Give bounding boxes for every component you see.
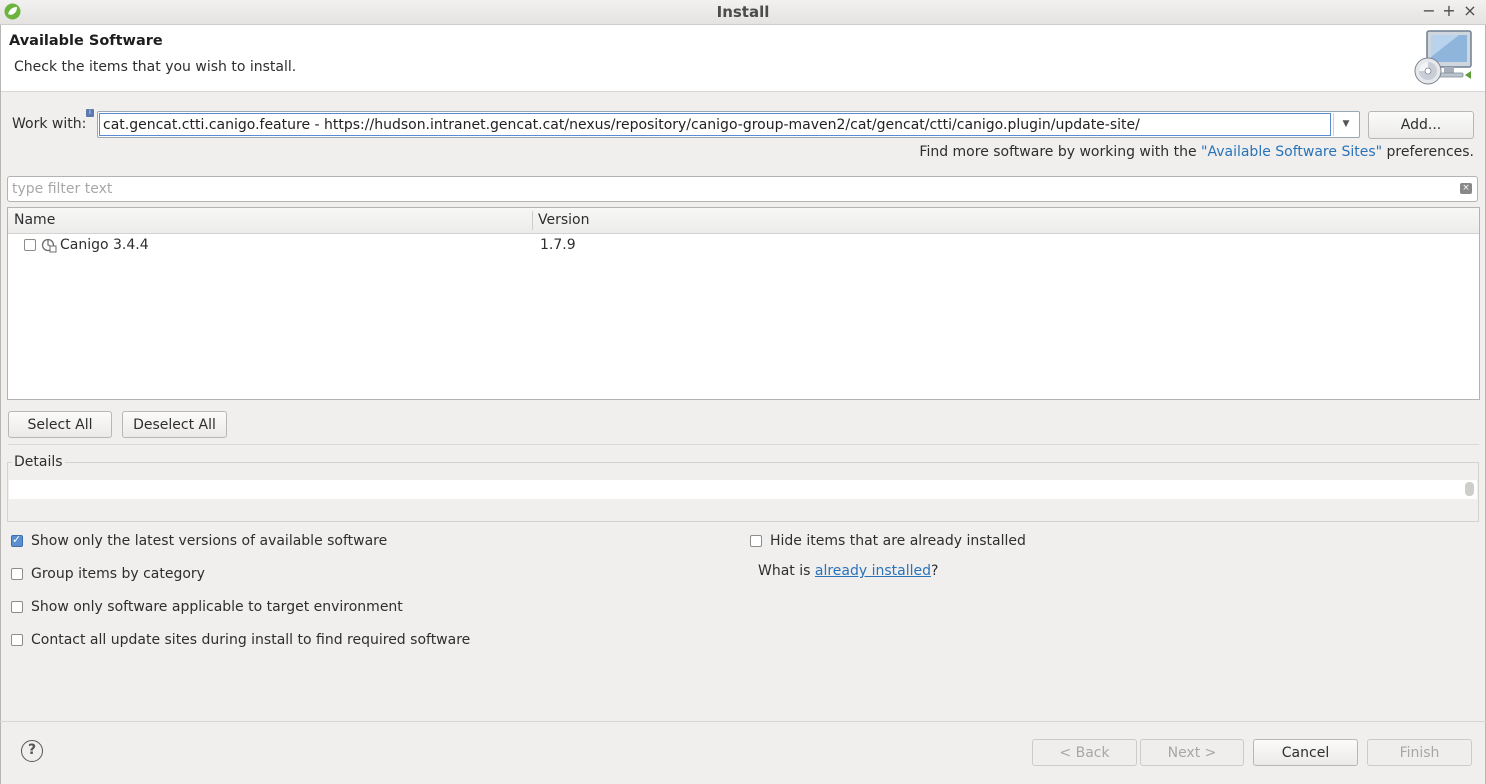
option-group-by-category[interactable]: Group items by category [10,566,410,584]
already-installed-link[interactable]: already installed [815,563,931,579]
show-latest-label: Show only the latest versions of availab… [31,533,388,549]
contact-all-sites-label: Contact all update sites during install … [31,632,471,648]
close-button[interactable]: × [1461,1,1479,21]
work-with-combo[interactable]: ▼ [97,111,1360,138]
column-header-name[interactable]: Name [14,212,55,228]
details-separator [8,444,1479,445]
table-header: Name Version [8,208,1479,234]
title-bar[interactable]: Install − + × [0,0,1486,25]
show-applicable-label: Show only software applicable to target … [31,599,403,615]
page-title: Available Software [9,33,163,49]
contact-all-sites-checkbox[interactable] [11,634,23,646]
group-by-category-checkbox[interactable] [11,568,23,580]
window-left-border [0,24,1,784]
hide-installed-checkbox[interactable] [750,535,762,547]
clear-filter-icon[interactable]: × [1460,183,1472,194]
work-with-label: Work with: [12,116,87,132]
cancel-button[interactable]: Cancel [1253,739,1358,766]
select-all-button[interactable]: Select All [8,411,112,438]
info-icon: i [86,109,94,117]
option-hide-installed[interactable]: Hide items that are already installed [749,533,1049,551]
what-is-suffix: ? [931,563,939,579]
option-contact-all-sites[interactable]: Contact all update sites during install … [10,632,480,650]
details-text-area[interactable] [9,480,1477,499]
option-show-applicable[interactable]: Show only software applicable to target … [10,599,430,617]
finish-button[interactable]: Finish [1367,739,1472,766]
what-is-prefix: What is [758,563,815,579]
next-button[interactable]: Next > [1140,739,1244,766]
back-button[interactable]: < Back [1032,739,1137,766]
window-title: Install [716,3,770,21]
what-is-installed-text: What is already installed? [758,563,938,579]
row-checkbox[interactable] [24,239,36,251]
row-version: 1.7.9 [540,237,576,253]
find-more-text: Find more software by working with the "… [919,144,1474,160]
column-divider[interactable] [532,211,533,230]
filter-input[interactable] [9,178,1455,200]
details-label: Details [12,454,65,470]
find-more-suffix: preferences. [1382,144,1475,160]
help-icon[interactable]: ? [21,740,43,762]
details-scrollbar[interactable] [1465,482,1474,496]
minimize-button[interactable]: − [1420,1,1438,21]
show-latest-checkbox[interactable] [11,533,23,547]
software-table: Name Version Canigo 3.4.4 1.7.9 [7,207,1480,400]
show-applicable-checkbox[interactable] [11,601,23,613]
work-with-input[interactable] [99,113,1331,136]
chevron-down-icon[interactable]: ▼ [1333,113,1358,136]
maximize-button[interactable]: + [1440,1,1458,21]
deselect-all-button[interactable]: Deselect All [122,411,227,438]
footer-separator [0,721,1486,722]
row-name: Canigo 3.4.4 [60,237,149,253]
find-more-prefix: Find more software by working with the [919,144,1202,160]
page-description: Check the items that you wish to install… [14,59,297,75]
install-computer-icon [1414,30,1472,85]
add-site-button[interactable]: Add... [1368,111,1474,139]
column-header-version[interactable]: Version [538,212,589,228]
table-row[interactable]: Canigo 3.4.4 1.7.9 [8,235,1479,257]
feature-icon [41,238,57,253]
hide-installed-label: Hide items that are already installed [770,533,1026,549]
option-show-latest[interactable]: Show only the latest versions of availab… [10,533,410,551]
available-software-sites-link[interactable]: "Available Software Sites" [1201,144,1382,160]
wizard-header: Available Software Check the items that … [1,25,1485,92]
filter-box[interactable]: × [7,176,1478,202]
group-by-category-label: Group items by category [31,566,205,582]
